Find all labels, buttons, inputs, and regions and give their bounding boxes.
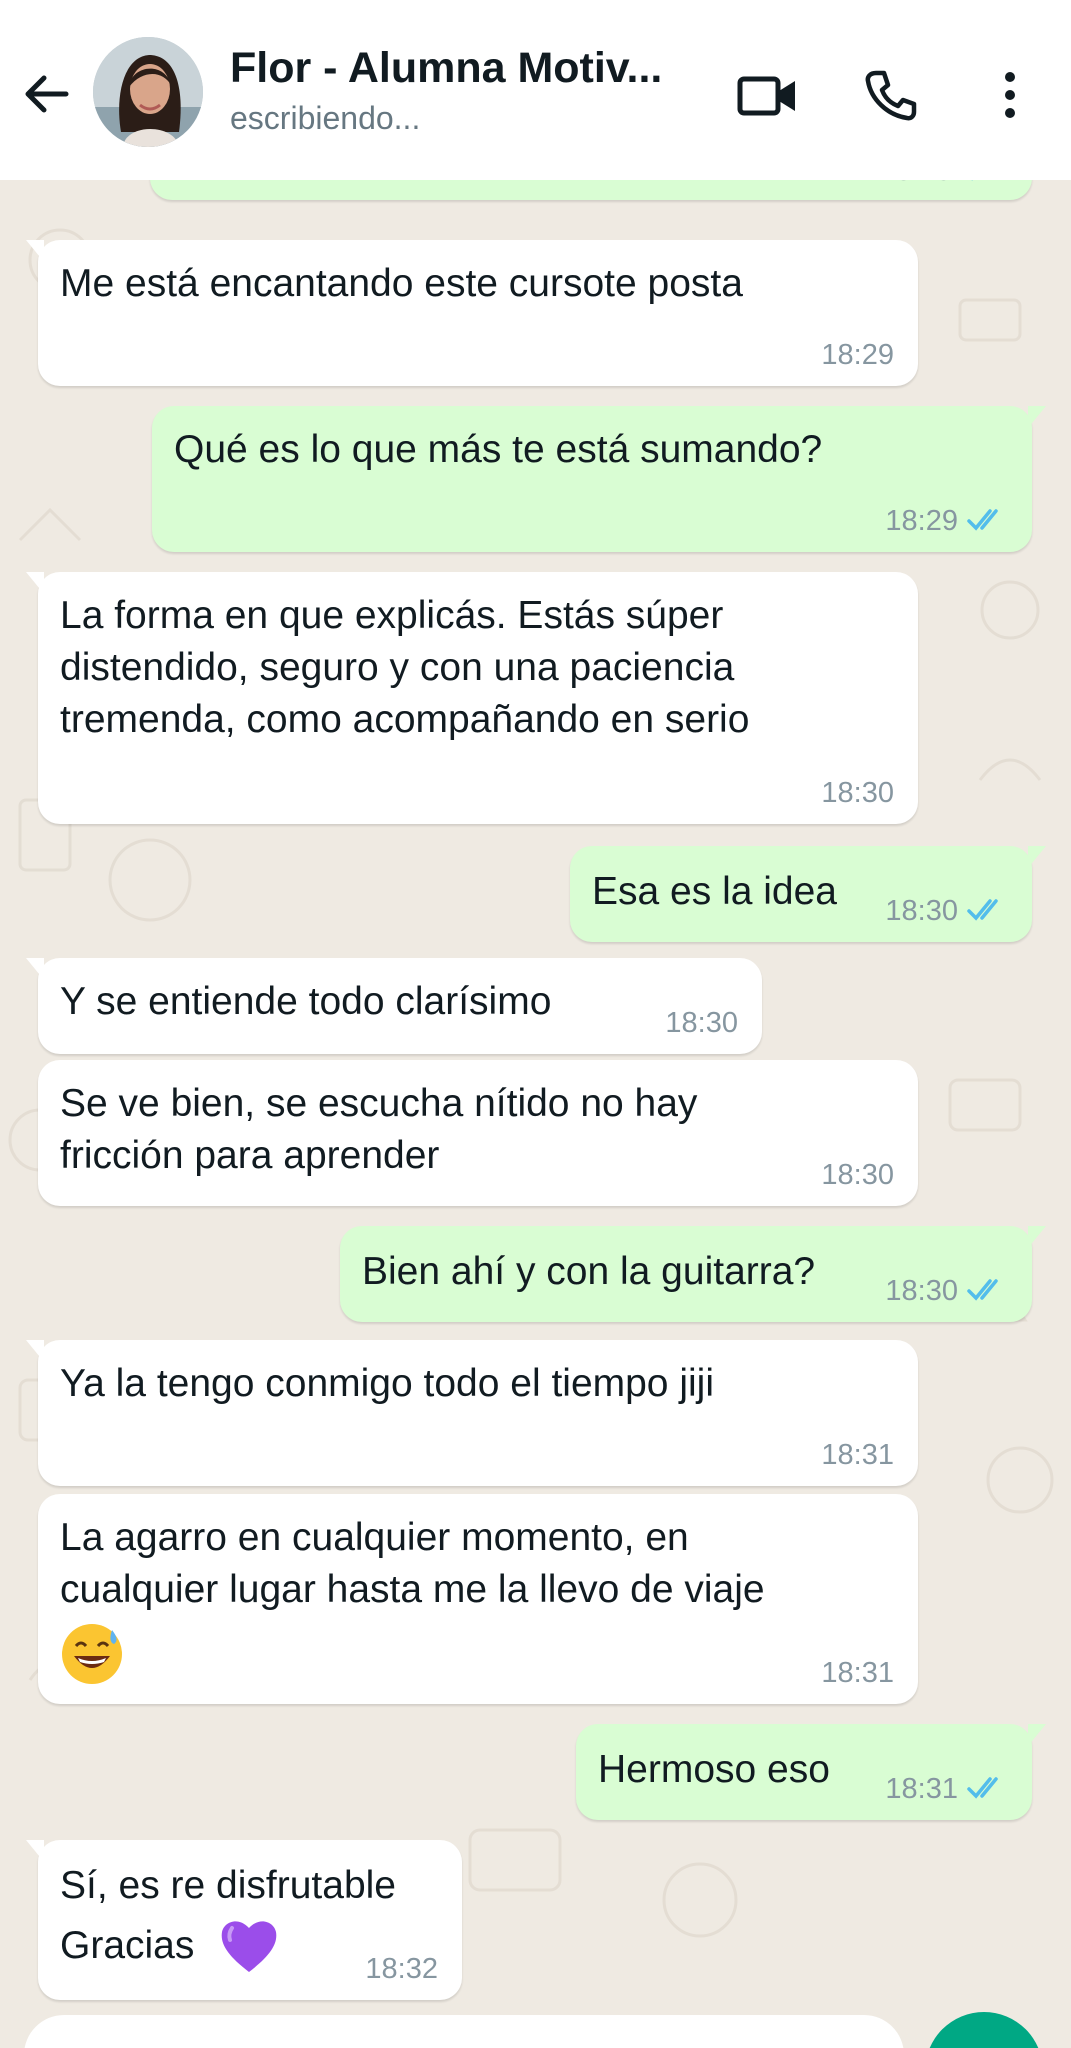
message-text: Y se entiende todo clarísimo <box>60 980 552 1023</box>
message-text: Esa es la idea <box>592 870 837 913</box>
video-call-icon[interactable] <box>733 60 803 130</box>
message-time: 18:29 <box>821 339 894 371</box>
message-bubble-outgoing[interactable]: Hermoso eso 18:31 <box>576 1724 1046 1820</box>
bubble-tail <box>26 1340 44 1362</box>
back-arrow-icon[interactable] <box>18 66 74 122</box>
bubble-tail <box>1028 846 1046 868</box>
read-receipt-icon <box>971 180 973 181</box>
more-options-icon[interactable] <box>975 60 1045 130</box>
chat-header: Flor - Alumna Motiv... escribiendo... <box>0 0 1071 180</box>
bubble-tail <box>26 958 44 980</box>
bubble-tail <box>1028 406 1046 428</box>
phone-icon[interactable] <box>855 60 925 130</box>
message-time: 18:31 <box>821 1657 894 1689</box>
message-bubble-incoming[interactable]: Sí, es re disfrutable Gracias 18:32 <box>26 1840 462 2000</box>
message-list[interactable]: 18:29 Me está encantando este cursote po… <box>0 180 1071 2048</box>
message-bubble-incoming[interactable]: Me está encantando este cursote posta 18… <box>26 240 918 386</box>
message-bubble-incoming[interactable]: Se ve bien, se escucha nítido no hay fri… <box>38 1060 918 1206</box>
read-receipt-icon <box>967 899 998 921</box>
read-receipt-icon <box>967 509 998 531</box>
message-time: 18:30 <box>885 1275 958 1307</box>
message-time: 18:29 <box>879 180 952 188</box>
message-time: 18:31 <box>821 1439 894 1471</box>
message-bubble-incoming[interactable]: La forma en que explicás. Estás súper di… <box>26 572 918 824</box>
bubble-tail <box>1028 1226 1046 1248</box>
message-text: Hermoso eso <box>598 1748 830 1791</box>
read-receipt-icon <box>967 1279 998 1301</box>
message-text: Ya la tengo conmigo todo el tiempo jiji <box>60 1362 714 1405</box>
message-text: La forma en que explicás. Estás súper di… <box>60 594 750 741</box>
message-time: 18:30 <box>665 1007 738 1039</box>
message-text: Me está encantando este cursote posta <box>60 262 743 305</box>
message-text: Se ve bien, se escucha nítido no hay fri… <box>60 1082 698 1177</box>
message-bubble-outgoing[interactable]: 18:29 <box>150 180 1032 200</box>
bubble-tail <box>1028 1724 1046 1746</box>
bubble-tail <box>26 240 44 262</box>
message-time: 18:30 <box>821 777 894 809</box>
message-bubble-incoming[interactable]: La agarro en cualquier momento, en cualq… <box>38 1494 918 1704</box>
message-time: 18:29 <box>885 505 958 537</box>
contact-name[interactable]: Flor - Alumna Motiv... <box>230 44 670 93</box>
contact-avatar[interactable] <box>93 37 203 147</box>
message-input-bar[interactable] <box>24 2015 904 2048</box>
message-bubble-outgoing[interactable]: Qué es lo que más te está sumando? 18:29 <box>152 406 1046 552</box>
message-text: Qué es lo que más te está sumando? <box>174 428 823 471</box>
message-time: 18:31 <box>885 1773 958 1805</box>
purple-heart-emoji <box>221 1921 277 1972</box>
message-bubble-outgoing[interactable]: Esa es la idea 18:30 <box>570 846 1046 942</box>
grinning-sweat-emoji <box>62 1624 122 1684</box>
message-bubble-outgoing[interactable]: Bien ahí y con la guitarra? 18:30 <box>340 1226 1046 1322</box>
bubble-tail <box>26 572 44 594</box>
message-time: 18:30 <box>885 895 958 927</box>
message-time: 18:32 <box>365 1953 438 1985</box>
message-text: La agarro en cualquier momento, en cualq… <box>60 1516 765 1611</box>
message-bubble-incoming[interactable]: Y se entiende todo clarísimo 18:30 <box>26 958 762 1054</box>
message-bubble-incoming[interactable]: Ya la tengo conmigo todo el tiempo jiji … <box>26 1340 918 1486</box>
read-receipt-icon <box>967 1777 998 1799</box>
bubble-tail <box>26 1840 44 1862</box>
typing-status: escribiendo... <box>230 100 421 136</box>
message-text: Bien ahí y con la guitarra? <box>362 1250 816 1293</box>
message-time: 18:30 <box>821 1159 894 1191</box>
